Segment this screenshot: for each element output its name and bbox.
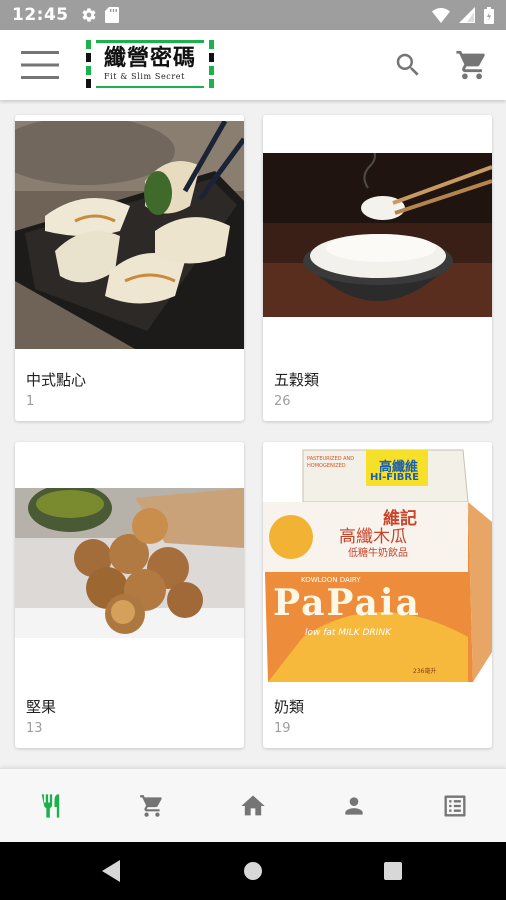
back-button[interactable] — [96, 855, 128, 887]
category-name: 中式點心 — [26, 371, 87, 389]
menu-button[interactable] — [0, 30, 80, 100]
category-card-nuts[interactable]: 堅果 13 — [15, 442, 244, 748]
system-navigation-bar — [0, 842, 506, 900]
home-circle-icon — [244, 862, 262, 880]
category-name: 奶類 — [274, 698, 305, 716]
nav-profile[interactable] — [334, 786, 374, 826]
recents-button[interactable] — [377, 855, 409, 887]
sd-card-icon — [104, 7, 119, 23]
category-count: 1 — [26, 394, 35, 409]
home-icon — [241, 795, 265, 816]
recents-square-icon — [384, 862, 402, 880]
search-icon — [396, 53, 419, 76]
cart-button[interactable] — [450, 45, 494, 85]
app-logo: 纖營密碼 Fit & Slim Secret — [86, 40, 214, 90]
menu-icon — [21, 51, 59, 79]
nav-list[interactable] — [435, 786, 475, 826]
back-icon — [102, 860, 120, 882]
category-name: 堅果 — [26, 698, 57, 716]
nav-food[interactable] — [31, 786, 71, 826]
walnuts-image — [15, 488, 244, 638]
milk-volume: 236毫升 — [413, 668, 437, 675]
category-count: 19 — [274, 721, 291, 736]
nav-home[interactable] — [233, 786, 273, 826]
home-system-button[interactable] — [237, 855, 269, 887]
status-time: 12:45 — [12, 5, 69, 25]
rice-bowl-image — [263, 153, 492, 317]
bottom-navigation — [0, 768, 506, 842]
app-bar: 纖營密碼 Fit & Slim Secret — [0, 30, 506, 100]
logo-title: 纖營密碼 — [104, 45, 197, 71]
milk-tag-en: HI-FIBRE — [370, 472, 419, 483]
wifi-icon — [432, 7, 450, 23]
milk-desc: 低糖牛奶飲品 — [348, 548, 408, 559]
food-icon — [41, 794, 60, 818]
nav-cart[interactable] — [132, 786, 172, 826]
category-card-dim-sum[interactable]: 中式點心 1 — [15, 115, 244, 421]
settings-icon — [82, 8, 96, 22]
category-card-grains[interactable]: 五穀類 26 — [263, 115, 492, 421]
status-bar: 12:45 — [0, 0, 506, 30]
battery-icon — [484, 6, 494, 24]
category-count: 26 — [274, 394, 291, 409]
cart-icon — [140, 795, 162, 817]
milk-drink: low fat MILK DRINK — [305, 628, 391, 638]
milk-carton-image: 高纖維 HI-FIBRE PASTEURIZED AND HOMOGENIZED… — [263, 442, 492, 682]
logo-subtitle: Fit & Slim Secret — [104, 72, 185, 81]
category-grid: 中式點心 1 五穀類 26 堅果 13 高纖維 HI-FIBRE PASTEUR… — [0, 100, 506, 768]
search-button[interactable] — [388, 45, 428, 85]
dumplings-image — [15, 121, 244, 349]
category-count: 13 — [26, 721, 43, 736]
cart-icon — [456, 50, 485, 80]
category-card-dairy[interactable]: 高纖維 HI-FIBRE PASTEURIZED AND HOMOGENIZED… — [263, 442, 492, 748]
milk-product: PaPaia — [273, 582, 421, 624]
signal-icon — [459, 7, 475, 23]
list-icon — [444, 795, 466, 817]
category-name: 五穀類 — [274, 371, 320, 389]
milk-badge: PASTEURIZED AND HOMOGENIZED — [307, 456, 355, 469]
person-icon — [345, 797, 363, 815]
